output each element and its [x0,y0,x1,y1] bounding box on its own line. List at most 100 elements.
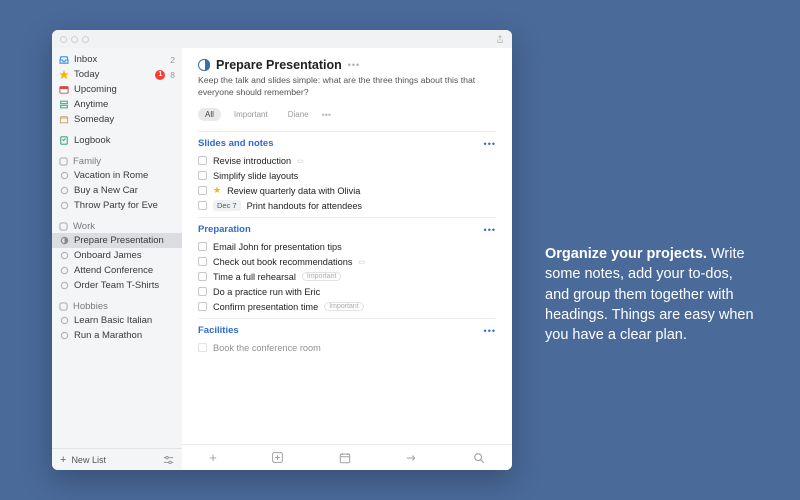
todo-item[interactable]: Simplify slide layouts [198,168,496,183]
section-heading-row[interactable]: Slides and notes ••• [198,138,496,149]
sidebar-item-count: 8 [170,70,175,80]
calendar-icon [59,85,69,94]
sidebar-project-label: Learn Basic Italian [74,315,175,326]
more-tags-icon[interactable]: ••• [322,110,331,120]
new-list-button[interactable]: New List [71,455,106,465]
todo-item[interactable]: Book the conference room [198,340,496,355]
project-ring-icon [59,171,69,180]
minimize-traffic-light[interactable] [71,36,78,43]
move-icon[interactable] [405,453,418,463]
todo-title: Simplify slide layouts [213,171,298,181]
sidebar-project-item[interactable]: Vacation in Rome [52,168,182,183]
todo-item[interactable]: Check out book recommendations▭ [198,254,496,269]
todo-title: Check out book recommendations [213,257,352,267]
checkbox[interactable] [198,156,207,165]
sidebar-project-prepare-presentation[interactable]: Prepare Presentation [52,233,182,248]
project-ring-icon [59,331,69,340]
sidebar-project-label: Prepare Presentation [74,235,175,246]
todo-title: Do a practice run with Eric [213,287,320,297]
section-actions-icon[interactable]: ••• [484,225,496,235]
project-ring-icon [59,201,69,210]
checkbox[interactable] [198,272,207,281]
zoom-traffic-light[interactable] [82,36,89,43]
sidebar-project-item[interactable]: Run a Marathon [52,328,182,343]
todo-item[interactable]: Confirm presentation timeImportant [198,299,496,314]
tag-pill-important[interactable]: Important [227,108,275,121]
tag-filter-row: All Important Diane ••• [198,108,496,121]
project-ring-icon [59,281,69,290]
tag-pill-all[interactable]: All [198,108,221,121]
sidebar-item-someday[interactable]: Someday [52,112,182,127]
sidebar-item-anytime[interactable]: Anytime [52,97,182,112]
bottom-toolbar: + [182,444,512,470]
sidebar-item-label: Anytime [74,99,175,110]
box-icon [59,116,69,124]
checkbox[interactable] [198,302,207,311]
sidebar-project-item[interactable]: Buy a New Car [52,183,182,198]
project-content: Prepare Presentation ••• Keep the talk a… [182,48,512,444]
checkbox[interactable] [198,201,207,210]
star-icon [59,70,69,80]
sidebar-project-item[interactable]: Attend Conference [52,263,182,278]
todo-item[interactable]: Revise introduction▭ [198,153,496,168]
checkbox[interactable] [198,257,207,266]
close-traffic-light[interactable] [60,36,67,43]
sidebar-item-inbox[interactable]: Inbox 2 [52,52,182,67]
sidebar-area-label: Hobbies [73,301,108,312]
project-ring-icon [59,251,69,260]
sidebar-area-hobbies[interactable]: Hobbies [52,299,182,313]
sidebar-scroll: Inbox 2 Today 1 8 Upcoming Anytime [52,48,182,448]
section-heading: Preparation [198,224,251,235]
todo-tag-badge: Important [302,272,342,281]
new-heading-icon[interactable] [271,451,284,464]
settings-sliders-icon[interactable] [163,455,174,465]
tray-icon [59,56,69,64]
todo-item[interactable]: ★Review quarterly data with Olivia [198,183,496,198]
main-pane: Prepare Presentation ••• Keep the talk a… [182,48,512,470]
stack-icon [59,100,69,109]
tag-pill-diane[interactable]: Diane [281,108,316,121]
section-actions-icon[interactable]: ••• [484,326,496,336]
area-icon [59,157,68,166]
project-ring-icon [59,266,69,275]
checkbox[interactable] [198,343,207,352]
sidebar: Inbox 2 Today 1 8 Upcoming Anytime [52,48,182,470]
sidebar-area-label: Work [73,221,95,232]
divider [198,217,496,218]
logbook-icon [59,136,69,145]
checkbox[interactable] [198,186,207,195]
plus-icon[interactable]: + [60,454,66,466]
section-actions-icon[interactable]: ••• [484,139,496,149]
sidebar-project-item[interactable]: Order Team T-Shirts [52,278,182,293]
sidebar-item-label: Logbook [74,135,175,146]
sidebar-area-work[interactable]: Work [52,219,182,233]
sidebar-project-item[interactable]: Onboard James [52,248,182,263]
sidebar-item-upcoming[interactable]: Upcoming [52,82,182,97]
checkbox[interactable] [198,242,207,251]
todo-item[interactable]: Time a full rehearsal Important [198,269,496,284]
sidebar-area-family[interactable]: Family [52,154,182,168]
todo-item[interactable]: Email John for presentation tips [198,239,496,254]
project-notes[interactable]: Keep the talk and slides simple: what ar… [198,75,496,98]
todo-title: Time a full rehearsal [213,272,296,282]
todo-item[interactable]: Do a practice run with Eric [198,284,496,299]
checkbox[interactable] [198,171,207,180]
search-icon[interactable] [473,452,485,464]
sidebar-item-today[interactable]: Today 1 8 [52,67,182,82]
section-heading-row[interactable]: Facilities ••• [198,325,496,336]
section-heading-row[interactable]: Preparation ••• [198,224,496,235]
project-actions-icon[interactable]: ••• [348,60,360,70]
sidebar-item-label: Upcoming [74,84,175,95]
share-icon[interactable] [496,35,504,44]
sidebar-project-label: Run a Marathon [74,330,175,341]
sidebar-project-item[interactable]: Learn Basic Italian [52,313,182,328]
sidebar-project-item[interactable]: Throw Party for Eve [52,198,182,213]
new-todo-icon[interactable]: + [209,450,217,465]
project-title[interactable]: Prepare Presentation [216,58,342,72]
sidebar-item-label: Someday [74,114,175,125]
todo-item[interactable]: Dec 7Print handouts for attendees [198,198,496,213]
sidebar-item-logbook[interactable]: Logbook [52,133,182,148]
checkbox[interactable] [198,287,207,296]
todo-when-badge: Dec 7 [213,200,241,211]
when-icon[interactable] [339,452,351,464]
